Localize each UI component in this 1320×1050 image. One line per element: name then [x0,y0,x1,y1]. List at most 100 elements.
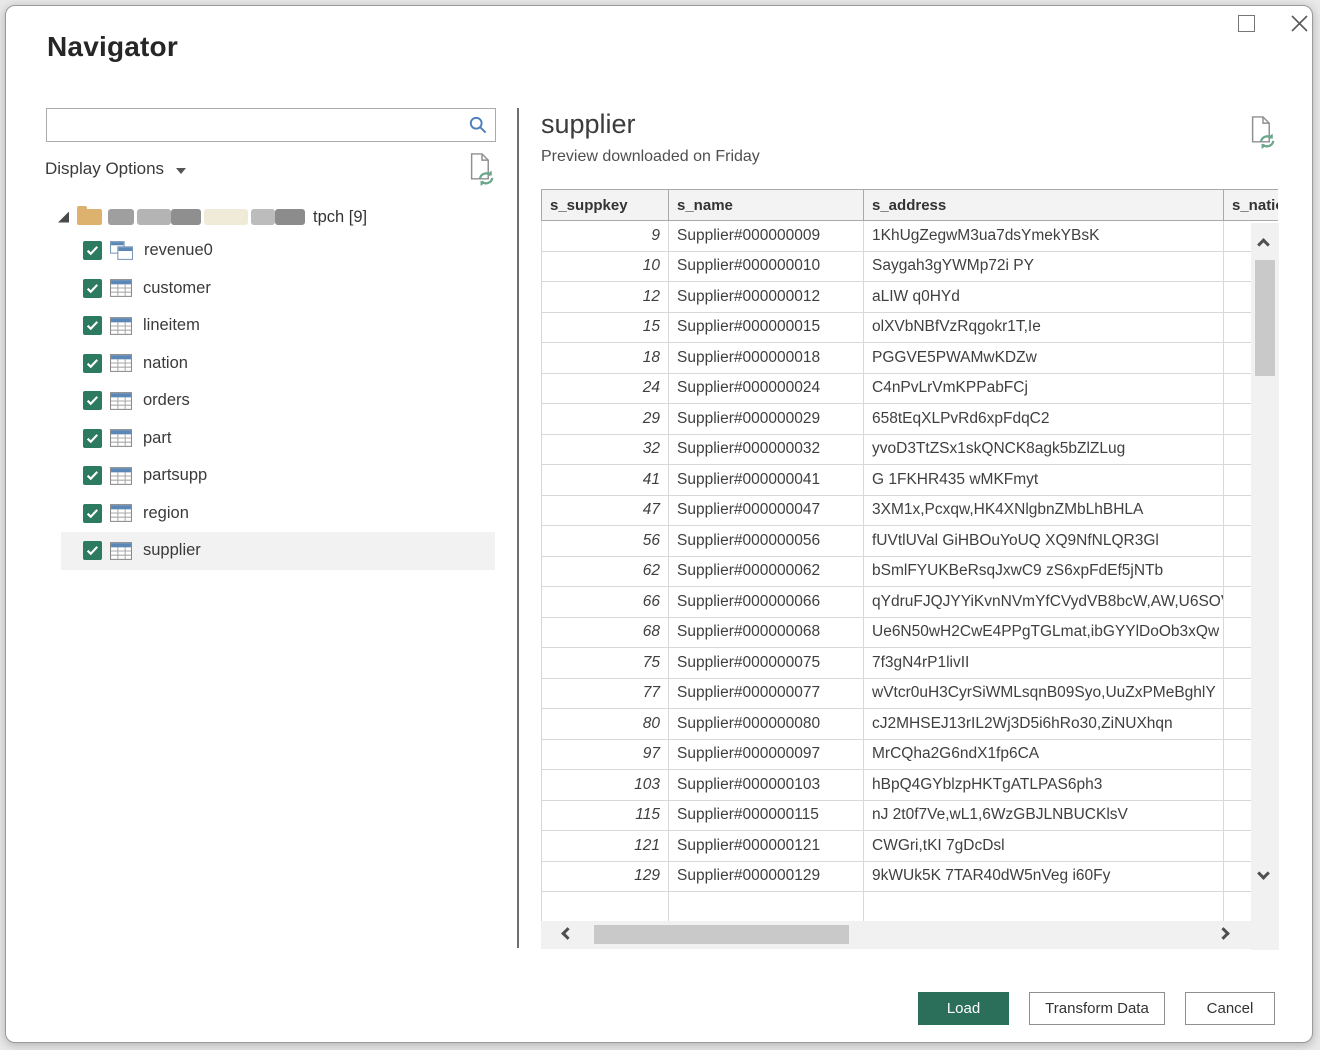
table-cell: olXVbNBfVzRqgokr1T,Ie [864,312,1224,343]
table-cell: Saygah3gYWMp72i PY [864,251,1224,282]
transform-data-button[interactable]: Transform Data [1029,992,1165,1025]
checkbox-checked[interactable] [83,391,102,410]
tree-item-region[interactable]: region [61,495,495,533]
checkbox-checked[interactable] [83,466,102,485]
checkbox-checked[interactable] [83,504,102,523]
table-cell: Supplier#000000115 [669,800,864,831]
table-cell: Supplier#000000010 [669,251,864,282]
table-icon [110,504,132,522]
table-row: 15Supplier#000000015olXVbNBfVzRqgokr1T,I… [542,312,1279,343]
table-cell: Supplier#000000029 [669,404,864,435]
cancel-button[interactable]: Cancel [1185,992,1275,1025]
tree-item-nation[interactable]: nation [61,345,495,383]
refresh-preview-button-left[interactable] [468,152,496,193]
close-icon [1290,14,1309,33]
page-title: Navigator [47,31,178,63]
checkbox-checked[interactable] [83,354,102,373]
table-row: 12Supplier#000000012aLIW q0HYd [542,282,1279,313]
table-cell: 56 [542,526,669,557]
table-cell: Supplier#000000097 [669,739,864,770]
maximize-button[interactable] [1238,15,1255,32]
table-cell: 77 [542,678,669,709]
table-cell: 24 [542,373,669,404]
close-button[interactable] [1284,8,1314,38]
table-cell: G 1FKHR435 wMKFmyt [864,465,1224,496]
horizontal-scrollbar[interactable] [541,921,1278,949]
table-cell: 115 [542,800,669,831]
tree-item-label: customer [143,279,211,298]
tree-item-partsupp[interactable]: partsupp [61,457,495,495]
table-cell: Supplier#000000103 [669,770,864,801]
table-cell: 41 [542,465,669,496]
scroll-left-icon[interactable] [561,927,574,940]
table-cell: wVtcr0uH3CyrSiWMLsqnB09Syo,UuZxPMeBghlY [864,678,1224,709]
folder-icon [77,209,102,225]
table-cell: bSmlFYUKBeRsqJxwC9 zS6xpFdEf5jNTb [864,556,1224,587]
search-icon[interactable] [468,115,489,141]
search-box [46,108,496,142]
tree-item-label: nation [143,354,188,373]
table-cell: Supplier#000000077 [669,678,864,709]
tree-item-label: partsupp [143,466,207,485]
vertical-scrollbar[interactable] [1251,223,1279,950]
tree-item-part[interactable]: part [61,420,495,458]
vertical-scrollbar-thumb[interactable] [1255,260,1275,376]
table-cell: Supplier#000000129 [669,861,864,892]
table-cell: 3XM1x,Pcxqw,HK4XNlgbnZMbLhBHLA [864,495,1224,526]
table-row: 29Supplier#000000029658tEqXLPvRd6xpFdqC2 [542,404,1279,435]
table-row: 18Supplier#000000018PGGVE5PWAMwKDZw [542,343,1279,374]
panel-divider [517,108,519,948]
table-cell: 129 [542,861,669,892]
scroll-up-icon[interactable] [1257,238,1270,251]
table-row: 68Supplier#000000068Ue6N50wH2CwE4PPgTGLm… [542,617,1279,648]
table-cell: yvoD3TtZSx1skQNCK8agk5bZlZLug [864,434,1224,465]
tree-item-revenue0[interactable]: revenue0 [61,232,495,270]
load-button[interactable]: Load [918,992,1009,1025]
display-options-dropdown[interactable]: Display Options [45,156,186,182]
table-cell: fUVtlUVal GiHBOuYoUQ XQ9NfNLQR3Gl [864,526,1224,557]
table-cell: 103 [542,770,669,801]
table-cell: 9kWUk5K 7TAR40dW5nVeg i60Fy [864,861,1224,892]
table-cell: 62 [542,556,669,587]
table-cell: 66 [542,587,669,618]
table-cell: 9 [542,221,669,252]
checkbox-checked[interactable] [83,429,102,448]
tree-item-label: region [143,504,189,523]
table-icon [110,542,132,560]
table-cell: 97 [542,739,669,770]
tree-item-label: revenue0 [144,241,213,260]
checkbox-checked[interactable] [83,279,102,298]
horizontal-scrollbar-thumb[interactable] [594,925,849,944]
table-cell: qYdruFJQJYYiKvnNVmYfCVydVB8bcW,AW,U6SOV [864,587,1224,618]
column-header-s_natio: s_natio [1224,190,1279,221]
table-row: 121Supplier#000000121CWGri,tKI 7gDcDsl [542,831,1279,862]
tree-item-supplier[interactable]: supplier [61,532,495,570]
table-tree: revenue0customerlineitemnationorderspart… [61,232,495,570]
table-cell: Supplier#000000056 [669,526,864,557]
table-cell: Supplier#000000121 [669,831,864,862]
checkbox-checked[interactable] [83,316,102,335]
collapse-triangle-icon[interactable] [58,212,69,223]
table-icon [110,429,132,447]
table-cell: nJ 2t0f7Ve,wL1,6WzGBJLNBUCKlsV [864,800,1224,831]
table-cell: Supplier#000000066 [669,587,864,618]
scroll-down-icon[interactable] [1257,867,1270,880]
preview-title: supplier [541,109,636,140]
table-cell: 18 [542,343,669,374]
search-input[interactable] [53,111,458,139]
table-cell: PGGVE5PWAMwKDZw [864,343,1224,374]
scroll-right-icon[interactable] [1217,927,1230,940]
table-cell: 15 [542,312,669,343]
refresh-preview-button[interactable] [1249,115,1277,156]
redacted-text [171,209,201,225]
tree-item-customer[interactable]: customer [61,270,495,308]
table-cell: 10 [542,251,669,282]
checkbox-checked[interactable] [83,241,102,260]
checkbox-checked[interactable] [83,541,102,560]
table-cell: Supplier#000000041 [669,465,864,496]
tree-item-lineitem[interactable]: lineitem [61,307,495,345]
tree-root[interactable]: tpch [9] [58,202,367,232]
table-icon [110,354,132,372]
tree-item-label: lineitem [143,316,200,335]
tree-item-orders[interactable]: orders [61,382,495,420]
